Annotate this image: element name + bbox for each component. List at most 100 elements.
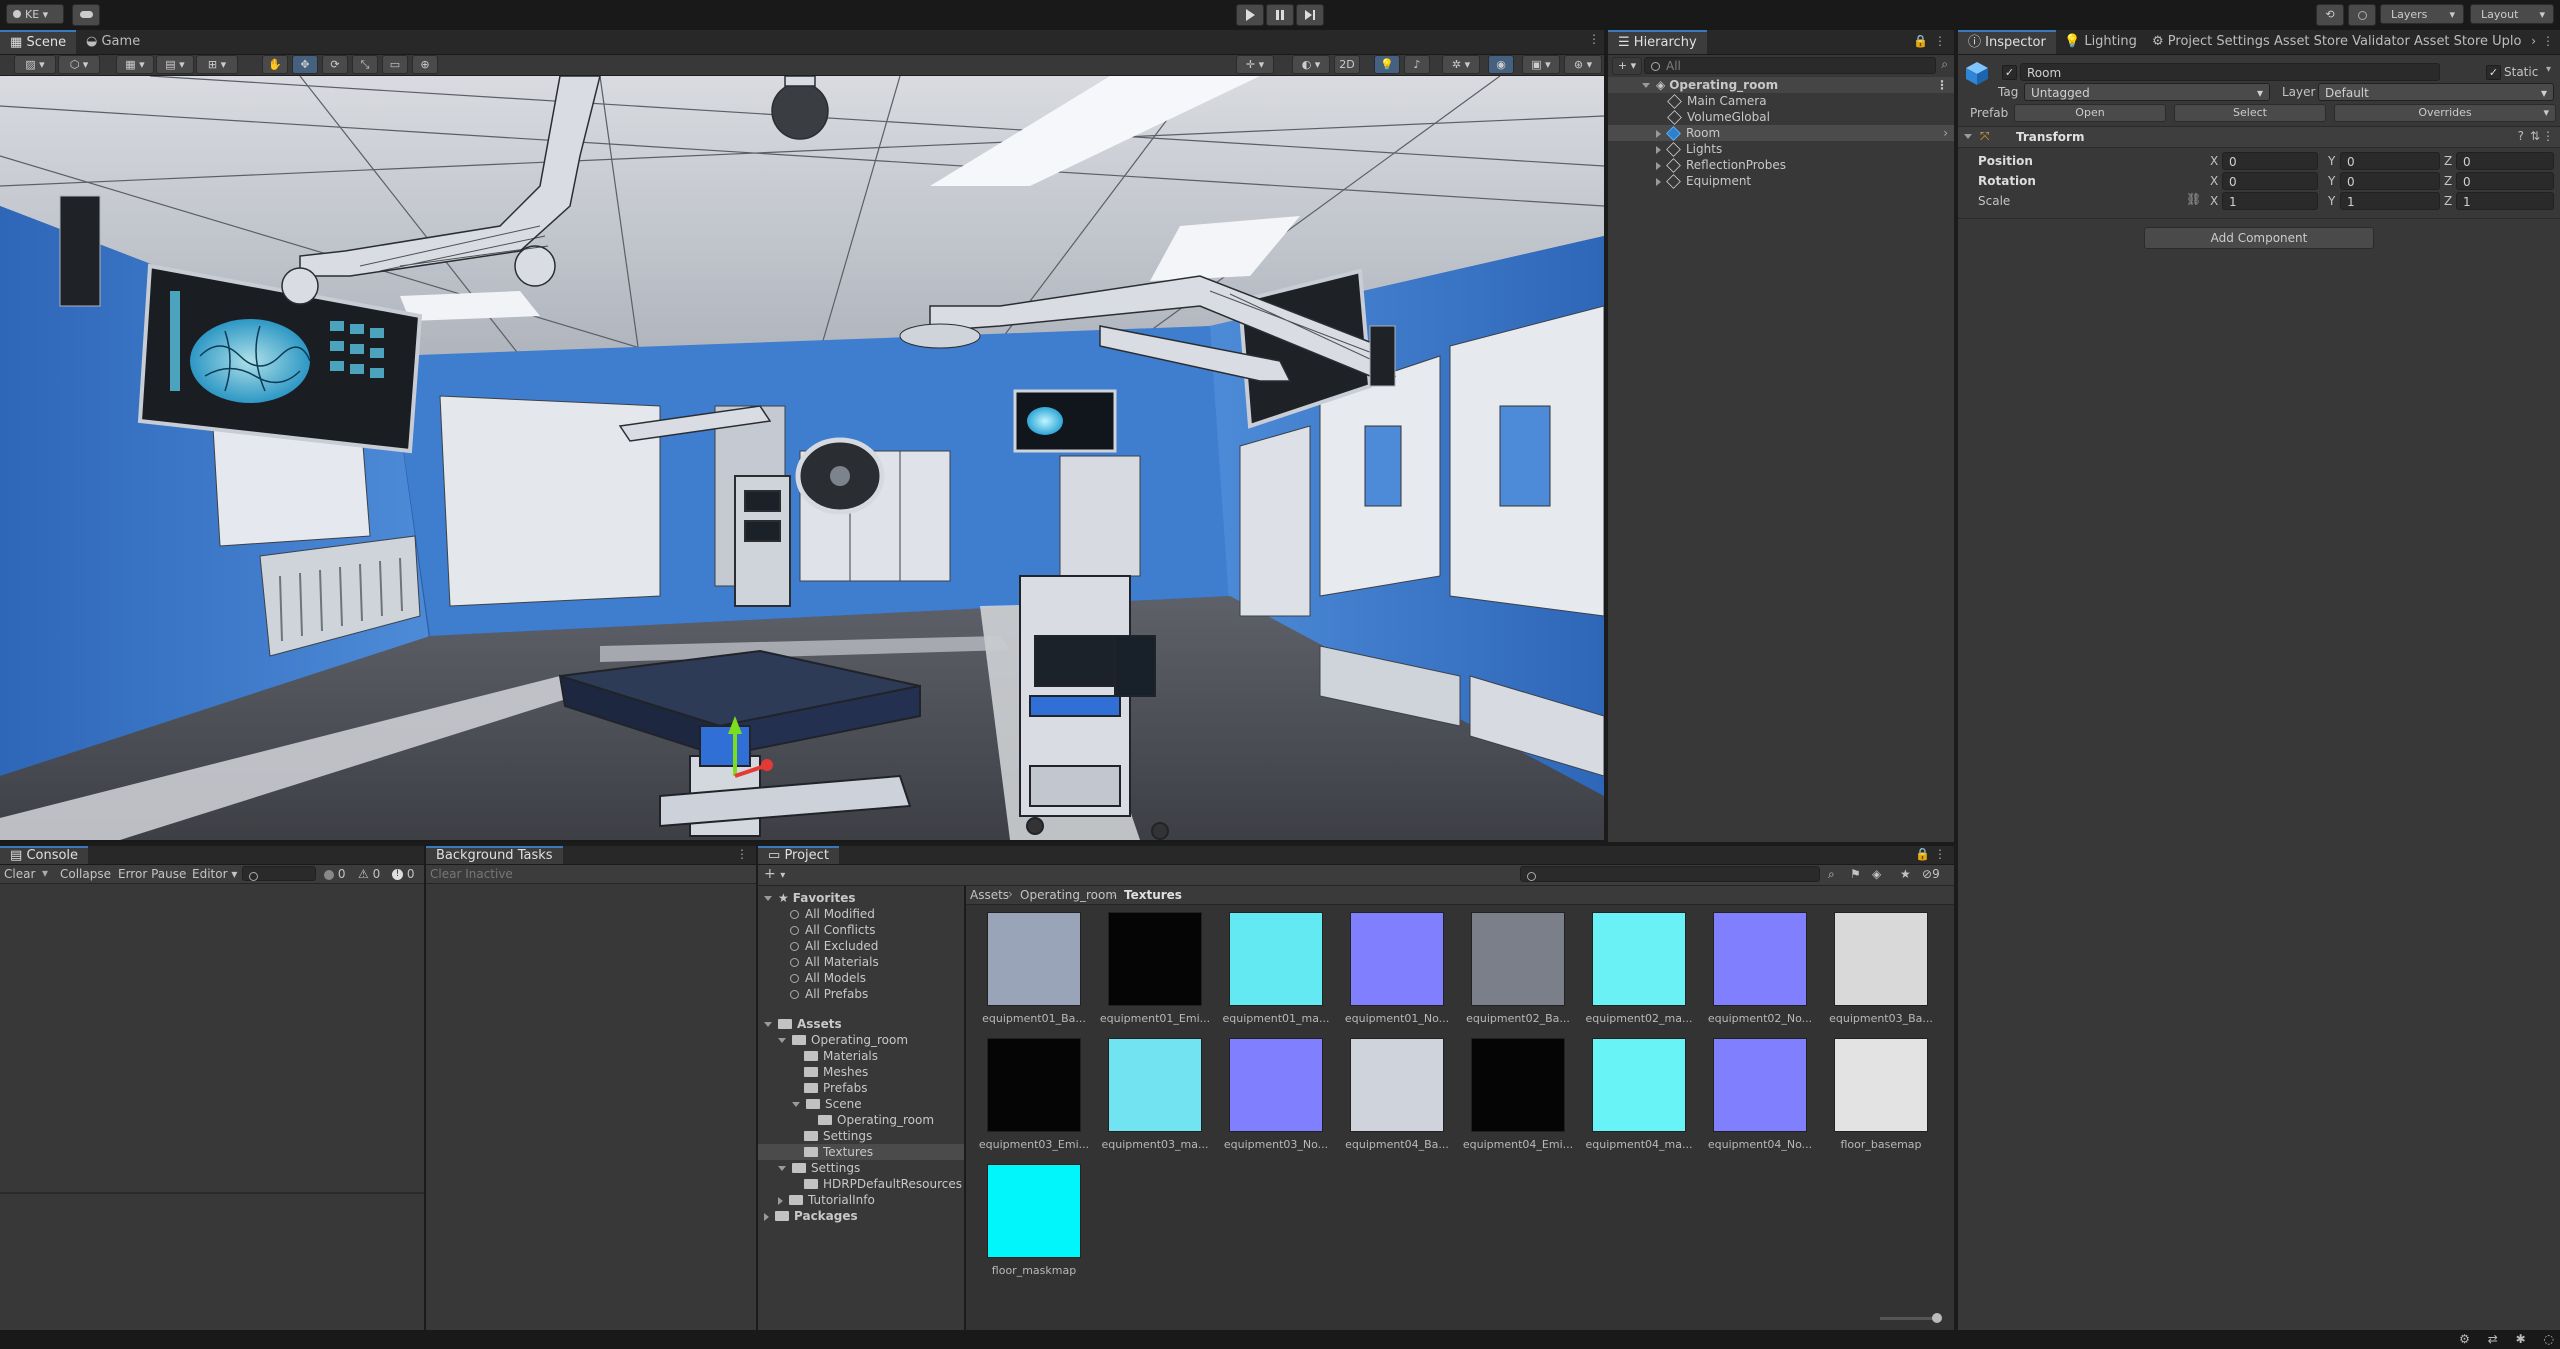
axis-y-label[interactable]: Y [2328, 194, 2335, 208]
project-add-button[interactable]: + ▾ [764, 866, 785, 882]
prefab-select-button[interactable]: Select [2174, 104, 2326, 122]
2d-toggle[interactable]: 2D [1334, 55, 1360, 74]
visibility-toggle[interactable]: ◉ [1488, 55, 1514, 74]
hand-tool[interactable]: ✋ [262, 55, 288, 74]
lock-icon[interactable]: 🔒 [1915, 847, 1930, 861]
rotation-y-field[interactable]: 0 [2340, 172, 2440, 190]
hierarchy-search-input[interactable]: All [1644, 57, 1936, 74]
prefab-open-button[interactable]: Open [2014, 104, 2166, 122]
audio-toggle[interactable]: ♪ [1404, 55, 1430, 74]
tab-project[interactable]: ▭ Project [758, 846, 839, 864]
asset-tile[interactable]: equipment03_No... [1216, 1038, 1336, 1151]
grid-button[interactable]: ▦ ▾ [116, 55, 154, 74]
folder-row[interactable]: Operating_room [818, 1112, 934, 1128]
render-mode-button[interactable]: ⬡ ▾ [58, 55, 100, 74]
axis-z-label[interactable]: Z [2444, 194, 2452, 208]
tab-asset-store-validator[interactable]: Asset Store Validator [2264, 30, 2420, 54]
breadcrumb-item[interactable]: Assets [970, 888, 1009, 902]
position-x-field[interactable]: 0 [2222, 152, 2318, 170]
tab-scene[interactable]: ▦ Scene [0, 30, 77, 54]
collapse-toggle[interactable]: Collapse [60, 867, 111, 881]
shading-button[interactable]: ◐ ▾ [1292, 55, 1330, 74]
lighting-toggle[interactable]: 💡 [1374, 55, 1400, 74]
hierarchy-item[interactable]: VolumeGlobal [1667, 109, 1770, 125]
thumbnail-size-slider[interactable] [1880, 1313, 1942, 1323]
static-dropdown-icon[interactable]: ▾ [2546, 64, 2551, 75]
asset-tile[interactable]: equipment01_Ba... [974, 912, 1094, 1025]
scene-more-icon[interactable]: ⋮ [1588, 32, 1600, 46]
layer-dropdown[interactable]: Default ▾ [2318, 83, 2554, 101]
transform-tool[interactable]: ⊕ [412, 55, 438, 74]
component-more-icon[interactable]: ⋮ [2542, 129, 2554, 143]
inspector-more-icon[interactable]: ⋮ [2542, 34, 2554, 48]
link-icon[interactable]: ⛓ [2186, 192, 2201, 206]
scale-y-field[interactable]: 1 [2340, 192, 2440, 210]
folder-row[interactable]: Settings [804, 1128, 872, 1144]
increment-button[interactable]: ⊞ ▾ [196, 55, 238, 74]
transform-header[interactable]: ⤧ Transform ? ⇅ ⋮ [1958, 126, 2560, 148]
axis-z-label[interactable]: Z [2444, 174, 2452, 188]
tab-project-settings[interactable]: ⚙ Project Settings [2142, 30, 2280, 54]
asset-tile[interactable]: equipment01_ma... [1216, 912, 1336, 1025]
search-button[interactable] [2348, 4, 2376, 26]
favorite-item[interactable]: All Models [790, 970, 866, 986]
gizmos-button[interactable]: ⊛ ▾ [1564, 55, 1602, 74]
debug-icon[interactable]: ✱ [2516, 1332, 2526, 1346]
tab-overflow-icon[interactable]: › [2531, 34, 2536, 48]
breadcrumb-item[interactable]: Operating_room [1020, 888, 1117, 902]
error-count-toggle[interactable]: ! 0 [392, 867, 414, 881]
folder-row[interactable]: Materials [804, 1048, 878, 1064]
history-button[interactable]: ⟲ [2316, 4, 2344, 26]
scale-tool[interactable]: ⤡ [352, 55, 378, 74]
hierarchy-scene-row[interactable]: ◈ Operating_room ⋮ [1608, 77, 1954, 93]
error-pause-toggle[interactable]: Error Pause [118, 867, 186, 881]
draw-mode-button[interactable]: ▨ ▾ [14, 55, 56, 74]
layers-dropdown[interactable]: Layers ▾ [2380, 4, 2464, 24]
rotation-x-field[interactable]: 0 [2222, 172, 2318, 190]
axis-y-label[interactable]: Y [2328, 154, 2335, 168]
asset-tile[interactable]: floor_maskmap [974, 1164, 1094, 1277]
slider-handle[interactable] [1932, 1313, 1942, 1323]
search-by-type-icon[interactable]: ⌕ [1828, 867, 1835, 882]
hierarchy-item[interactable]: Main Camera [1667, 93, 1767, 109]
console-clear-button[interactable]: Clear [4, 867, 35, 881]
breadcrumb-item-current[interactable]: Textures [1124, 888, 1182, 902]
play-button[interactable] [1236, 4, 1264, 26]
hierarchy-item[interactable]: Lights [1656, 141, 1722, 157]
tab-lighting[interactable]: 💡 Lighting [2054, 30, 2147, 54]
folder-row[interactable]: HDRPDefaultResources [804, 1176, 962, 1192]
folder-row[interactable]: TutorialInfo [778, 1192, 875, 1208]
scene-viewport[interactable] [0, 76, 1604, 840]
favorites-header[interactable]: ★ Favorites [764, 890, 855, 906]
prefab-overrides-dropdown[interactable]: Overrides ▾ [2334, 104, 2556, 122]
snap-button[interactable]: ▤ ▾ [156, 55, 194, 74]
asset-tile[interactable]: equipment01_No... [1337, 912, 1457, 1025]
static-checkbox[interactable]: ✓ [2486, 65, 2501, 80]
clear-inactive-button[interactable]: Clear Inactive [430, 867, 513, 881]
editor-dropdown[interactable]: Editor ▾ [192, 867, 237, 881]
camera-button[interactable]: ▣ ▾ [1522, 55, 1560, 74]
favorite-item[interactable]: All Modified [790, 906, 875, 922]
tab-inspector[interactable]: ⓘ Inspector [1958, 30, 2056, 54]
folder-row[interactable]: Operating_room [778, 1032, 908, 1048]
account-dropdown[interactable]: KE ▾ [6, 4, 64, 24]
pivot-button[interactable]: ✛ ▾ [1236, 55, 1274, 74]
cloud-button[interactable] [72, 4, 100, 26]
asset-tile[interactable]: equipment03_Emi... [974, 1038, 1094, 1151]
asset-tile[interactable]: equipment04_No... [1700, 1038, 1820, 1151]
preset-icon[interactable]: ⇅ [2530, 129, 2540, 143]
tab-game[interactable]: ◒ Game [76, 30, 150, 54]
add-component-button[interactable]: Add Component [2144, 227, 2374, 249]
asset-tile[interactable]: equipment02_ma... [1579, 912, 1699, 1025]
folder-row[interactable]: Scene [792, 1096, 862, 1112]
tag-filter-icon[interactable]: ◈ [1872, 867, 1881, 881]
tab-asset-store-uploader[interactable]: Asset Store Uplo [2404, 30, 2532, 54]
favorite-item[interactable]: All Prefabs [790, 986, 868, 1002]
hierarchy-more-icon[interactable]: ⋮ [1934, 34, 1946, 48]
project-search-input[interactable] [1520, 866, 1820, 882]
warning-count-toggle[interactable]: ⚠ 0 [358, 867, 380, 881]
scale-z-field[interactable]: 1 [2456, 192, 2554, 210]
asset-tile[interactable]: equipment04_Ba... [1337, 1038, 1457, 1151]
scale-x-field[interactable]: 1 [2222, 192, 2318, 210]
asset-tile[interactable]: equipment03_ma... [1095, 1038, 1215, 1151]
